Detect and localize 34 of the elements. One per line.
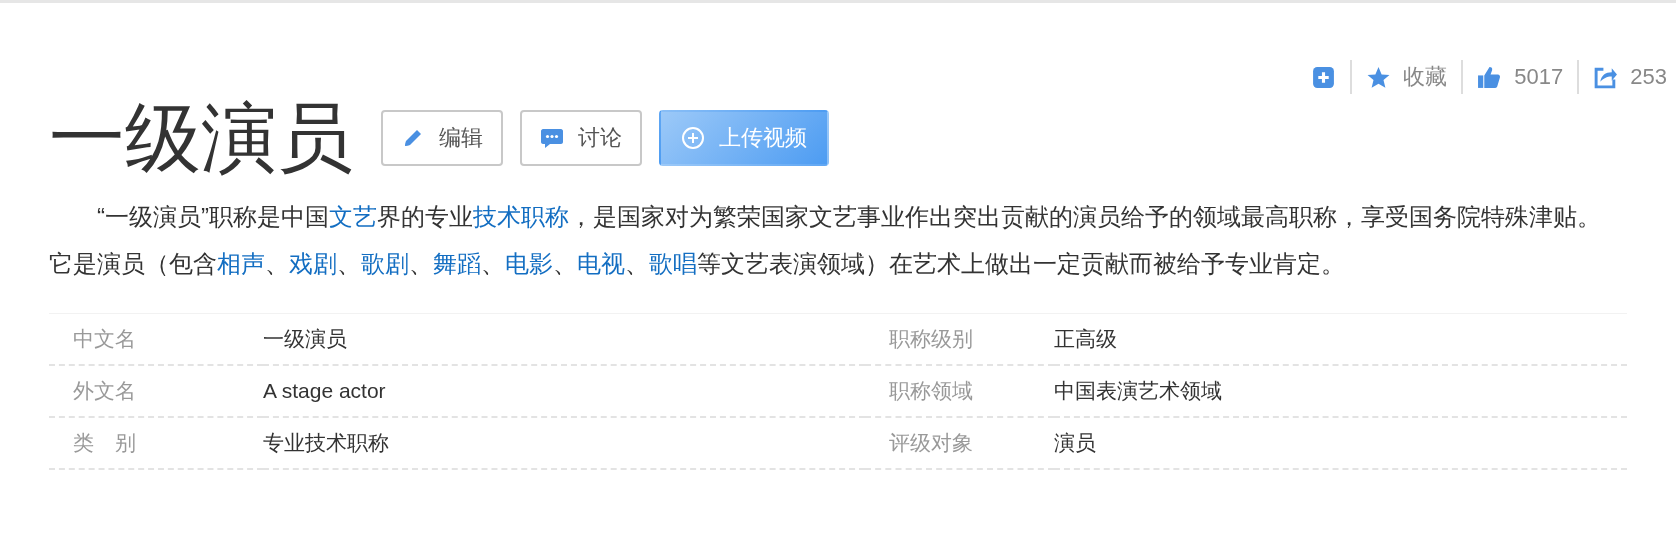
summary-link[interactable]: 文艺 [329, 203, 377, 230]
info-label: 职称领域 [865, 366, 1054, 418]
summary-link[interactable]: 歌剧 [361, 250, 409, 277]
summary-link[interactable]: 电影 [505, 250, 553, 277]
summary-link[interactable]: 相声 [217, 250, 265, 277]
summary-link[interactable]: 技术职称 [473, 203, 569, 230]
summary-link[interactable]: 舞蹈 [433, 250, 481, 277]
plus-circle-icon [681, 126, 705, 150]
like-action[interactable]: 5017 [1477, 64, 1564, 90]
info-label: 评级对象 [865, 418, 1054, 470]
info-label: 职称级别 [865, 314, 1054, 366]
info-value: A stage actor [263, 366, 865, 418]
info-value: 演员 [1054, 418, 1627, 470]
add-action[interactable] [1311, 64, 1337, 90]
info-label: 外文名 [49, 366, 263, 418]
summary-link[interactable]: 歌唱 [649, 250, 697, 277]
info-value: 一级演员 [263, 314, 865, 366]
favorite-action[interactable]: 收藏 [1366, 62, 1448, 92]
discuss-button[interactable]: 讨论 [520, 110, 642, 166]
info-value: 中国表演艺术领域 [1054, 366, 1627, 418]
edit-button[interactable]: 编辑 [381, 110, 503, 166]
info-value: 正高级 [1054, 314, 1627, 366]
summary-paragraph: “一级演员”职称是中国文艺界的专业技术职称，是国家对为繁荣国家文艺事业作出突出贡献的演员给予的领域最高职称，享受国务院特殊津贴。它是演员（包含相声、戏剧、歌剧、舞蹈、电影、电视、歌唱等文艺表演领域）在艺术上做出一定贡献而被给予专业肯定。 [49, 202, 1602, 279]
star-icon [1366, 64, 1392, 90]
summary-link[interactable]: 戏剧 [289, 250, 337, 277]
summary-link[interactable]: 电视 [577, 250, 625, 277]
info-label: 中文名 [49, 314, 263, 366]
info-label: 类 别 [49, 418, 263, 470]
chat-bubble-icon [540, 126, 564, 150]
page-title: 一级演员 [49, 97, 353, 179]
share-action[interactable]: 253 [1593, 64, 1667, 90]
info-value: 专业技术职称 [263, 418, 865, 470]
thumbs-up-icon [1477, 64, 1503, 90]
add-icon [1311, 64, 1337, 90]
